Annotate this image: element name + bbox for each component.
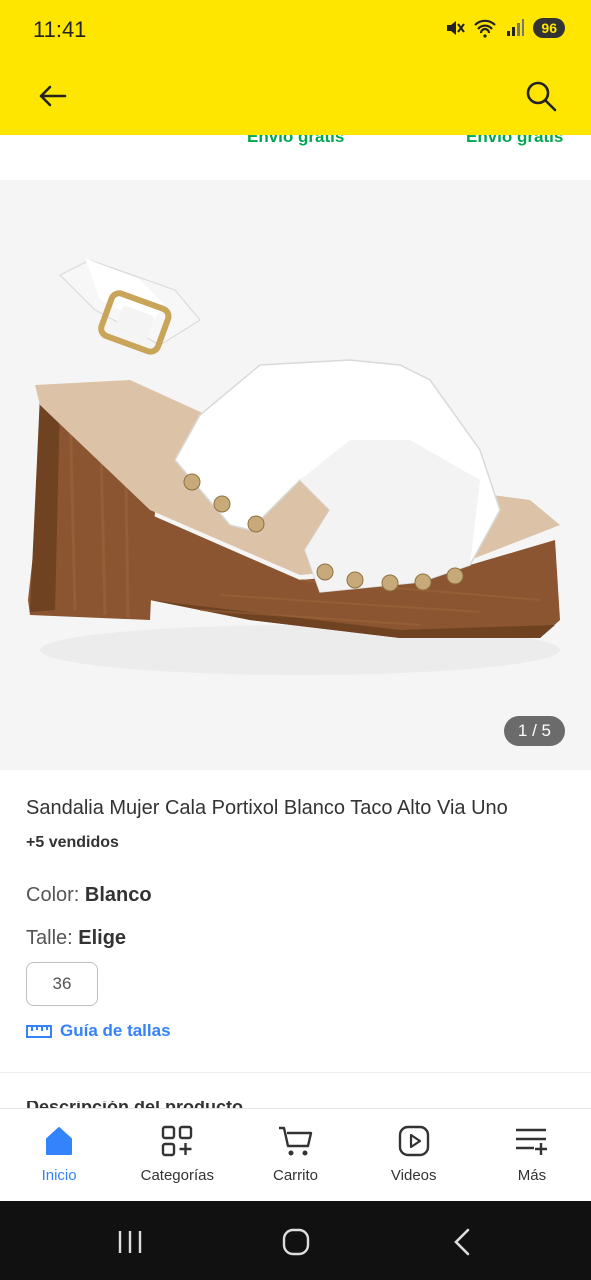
- recent-apps-button[interactable]: [110, 1225, 150, 1259]
- home-icon: [46, 1127, 73, 1155]
- system-back-button[interactable]: [442, 1225, 482, 1259]
- categories-icon: [162, 1125, 193, 1157]
- size-guide-link[interactable]: Guía de tallas: [26, 1021, 171, 1041]
- cart-icon: [278, 1126, 312, 1156]
- product-gallery[interactable]: 1 / 5: [0, 180, 591, 770]
- chevron-left-icon: [454, 1228, 470, 1256]
- home-system-button[interactable]: [276, 1225, 316, 1259]
- nav-item-mas[interactable]: Más: [473, 1109, 591, 1201]
- nav-item-inicio[interactable]: Inicio: [0, 1109, 118, 1201]
- nav-label: Más: [517, 1167, 547, 1184]
- product-title: Sandalia Mujer Cala Portixol Blanco Taco…: [26, 797, 508, 819]
- nav-item-categorias[interactable]: Categorías: [118, 1109, 236, 1201]
- size-option-button[interactable]: 36: [26, 962, 98, 1006]
- color-label: Color:: [26, 884, 85, 906]
- sold-count: +5 vendidos: [26, 834, 119, 851]
- size-label: Talle:: [26, 927, 79, 949]
- ruler-icon: [26, 1025, 52, 1038]
- signal-icon: [507, 19, 525, 36]
- video-icon: [398, 1125, 429, 1157]
- color-value: Blanco: [84, 884, 152, 906]
- status-bar: 11:41 96: [0, 0, 591, 60]
- nav-item-carrito[interactable]: Carrito: [236, 1109, 354, 1201]
- app-header: 11:41 96: [0, 0, 591, 135]
- status-time: 11:41: [33, 17, 87, 42]
- system-navigation-bar: [0, 1201, 591, 1280]
- free-shipping-label: Envío gratis: [466, 135, 564, 146]
- search-button[interactable]: [521, 76, 561, 116]
- nav-item-videos[interactable]: Videos: [355, 1109, 473, 1201]
- shipping-strip: Envío gratis Envío gratis: [0, 135, 591, 180]
- size-selection: Talle: Elige: [26, 927, 126, 950]
- nav-label: Inicio: [41, 1167, 77, 1184]
- bottom-navigation: Inicio Categorías Carrito Videos Más: [0, 1108, 591, 1201]
- home-circle-icon: [282, 1228, 310, 1256]
- color-selection: Color: Blanco: [26, 884, 152, 907]
- back-button[interactable]: [32, 78, 72, 114]
- more-menu-icon: [515, 1128, 547, 1155]
- nav-label: Carrito: [273, 1167, 319, 1184]
- product-image: [28, 258, 560, 675]
- search-icon: [526, 81, 557, 112]
- size-guide-label: Guía de tallas: [60, 1021, 171, 1040]
- mute-icon: [447, 21, 466, 35]
- wifi-icon: [474, 19, 497, 38]
- section-divider: [0, 1072, 591, 1073]
- image-counter: 1 / 5: [503, 716, 565, 746]
- status-icons: 96: [445, 18, 565, 38]
- nav-label: Videos: [390, 1167, 437, 1184]
- free-shipping-label: Envío gratis: [247, 135, 345, 146]
- recent-apps-icon: [118, 1231, 142, 1253]
- size-value: Elige: [78, 927, 127, 949]
- nav-label: Categorías: [140, 1167, 214, 1184]
- arrow-left-icon: [39, 85, 67, 107]
- battery-level: 96: [533, 18, 565, 38]
